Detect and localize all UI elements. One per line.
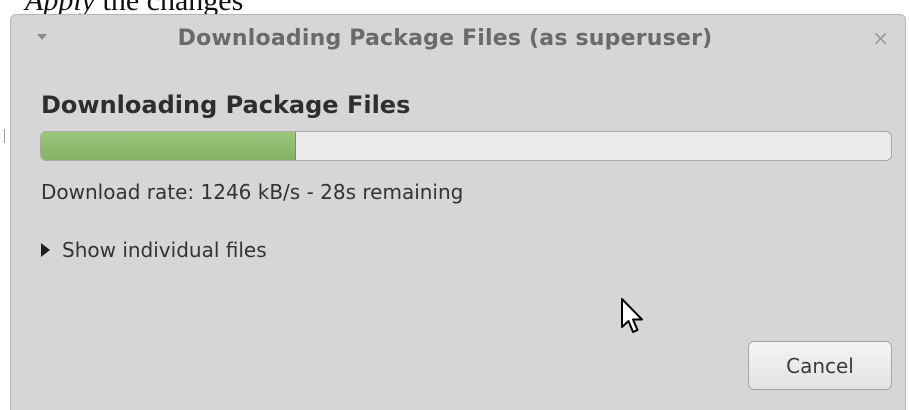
dialog-titlebar[interactable]: Downloading Package Files (as superuser)…: [11, 15, 905, 67]
show-individual-files-expander[interactable]: Show individual files: [41, 235, 267, 265]
cancel-button[interactable]: Cancel: [748, 341, 892, 390]
dialog-heading: Downloading Package Files: [41, 91, 411, 119]
progress-bar-fill: [41, 132, 296, 160]
expander-arrow-icon: [41, 243, 50, 257]
dialog-title: Downloading Package Files (as superuser): [177, 26, 713, 51]
screen: Apply the changes Downloading Package Fi…: [0, 0, 909, 410]
background-edge-mark: [4, 129, 9, 143]
expander-label: Show individual files: [62, 238, 267, 262]
close-icon[interactable]: ×: [872, 28, 889, 48]
download-status-text: Download rate: 1246 kB/s - 28s remaining: [41, 180, 464, 204]
mouse-pointer-icon: [621, 298, 643, 333]
download-dialog: Downloading Package Files (as superuser)…: [10, 14, 906, 410]
download-progress-bar: [40, 131, 892, 161]
